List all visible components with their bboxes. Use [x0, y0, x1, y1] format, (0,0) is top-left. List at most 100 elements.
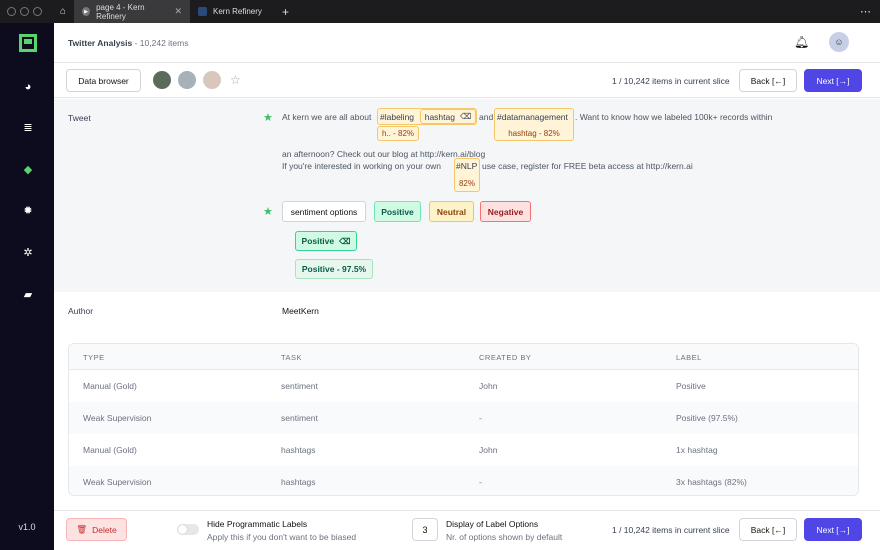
author-row: Author MeetKern	[54, 292, 880, 332]
table-cell: John	[479, 381, 498, 391]
hashtag-label-chip[interactable]: hashtag ⌫	[420, 109, 476, 124]
label-table: TYPE TASK CREATED BY LABEL Manual (Gold)…	[68, 343, 859, 496]
highlight-text: #datamanagement	[497, 112, 568, 122]
star-icon[interactable]: ★	[263, 205, 273, 218]
highlight-text: #labeling	[380, 112, 415, 122]
kern-favicon-icon	[198, 7, 207, 16]
tweet-text: . Want to know how we labeled 100k+ reco…	[575, 112, 773, 122]
hide-labels-title: Hide Programmatic Labels	[207, 519, 308, 529]
maximize-window-dot[interactable]	[33, 7, 42, 16]
page-title: Twitter Analysis - 10,242 items	[68, 38, 188, 48]
delete-label: Delete	[92, 524, 117, 535]
table-cell: 3x hashtags (82%)	[676, 477, 747, 487]
column-header: TYPE	[83, 353, 105, 362]
tweet-text-line: At kern we are all about	[282, 112, 371, 122]
highlight-label[interactable]: hashtag - 82%	[498, 126, 570, 140]
option-positive-button[interactable]: Positive	[374, 201, 421, 222]
tweet-text: At kern we are all about	[282, 112, 372, 122]
back-button[interactable]: Back [←]	[739, 518, 797, 541]
author-field-label: Author	[68, 306, 94, 316]
tweet-text: use case, register for FREE beta access …	[482, 161, 693, 171]
slice-position: 1 / 10,242 items in current slice	[612, 76, 730, 86]
main-content: Twitter Analysis - 10,242 items 🔔︎ ☺ Dat…	[54, 23, 880, 550]
heuristics-bulb-icon[interactable]: ✹	[22, 205, 34, 217]
trash-icon: 🗑︎	[76, 524, 88, 534]
back-button[interactable]: Back [←]	[739, 69, 797, 92]
footer-bar: 🗑︎ Delete Hide Programmatic Labels Apply…	[54, 510, 880, 550]
window-controls	[0, 7, 52, 16]
label-options-title: Display of Label Options	[446, 519, 539, 529]
settings-gear-icon[interactable]: ✲	[22, 247, 34, 259]
hide-programmatic-toggle[interactable]	[177, 524, 199, 535]
close-tab-icon[interactable]: ✕	[174, 6, 182, 17]
next-button[interactable]: Next [→]	[804, 69, 862, 92]
minimize-window-dot[interactable]	[20, 7, 29, 16]
star-outline-icon[interactable]: ☆	[230, 73, 241, 87]
item-count: - 10,242 items	[132, 38, 189, 48]
highlight-label[interactable]: 82%	[455, 176, 479, 190]
sidebar: ◕ ≣ ◆ ✹ ✲ ▰ v1.0	[0, 23, 54, 550]
home-icon[interactable]: ⌂	[52, 0, 74, 23]
remove-label-icon[interactable]: ⌫	[339, 237, 350, 246]
table-cell: 1x hashtag	[676, 445, 718, 455]
annotator-avatar[interactable]	[202, 70, 222, 90]
table-cell: Weak Supervision	[83, 413, 152, 423]
data-browser-button[interactable]: Data browser	[66, 69, 141, 92]
slice-position: 1 / 10,242 items in current slice	[612, 525, 730, 535]
table-cell: Manual (Gold)	[83, 381, 137, 391]
close-window-dot[interactable]	[7, 7, 16, 16]
tab-label: Kern Refinery	[213, 7, 262, 16]
table-cell: -	[479, 413, 482, 423]
table-cell: sentiment	[281, 381, 318, 391]
highlight-label[interactable]: h.. - 82%	[377, 126, 419, 141]
hide-labels-subtitle: Apply this if you don't want to be biase…	[207, 532, 357, 542]
browser-tab-active[interactable]: ▶ page 4 - Kern Refinery ✕	[74, 0, 190, 23]
option-neutral-button[interactable]: Neutral	[429, 201, 474, 222]
delete-button[interactable]: 🗑︎ Delete	[66, 518, 127, 541]
labeling-tag-icon[interactable]: ◆	[22, 164, 34, 176]
table-row[interactable]: Weak Supervision sentiment - Positive (9…	[69, 402, 858, 434]
table-row[interactable]: Manual (Gold) hashtags John 1x hashtag	[69, 434, 858, 466]
table-cell: Positive	[676, 381, 706, 391]
table-row[interactable]: Manual (Gold) sentiment John Positive	[69, 370, 858, 402]
table-cell: hashtags	[281, 477, 316, 487]
browser-tab-bar: ⌂ ▶ page 4 - Kern Refinery ✕ Kern Refine…	[0, 0, 880, 23]
column-header: TASK	[281, 353, 303, 362]
table-cell: sentiment	[281, 413, 318, 423]
selected-label-chip[interactable]: Positive ⌫	[295, 231, 357, 251]
next-button[interactable]: Next [→]	[804, 518, 862, 541]
weak-supervision-chip[interactable]: Positive - 97.5%	[295, 259, 373, 279]
label-options-count-input[interactable]: 3	[412, 518, 438, 541]
sentiment-options-dropdown[interactable]: sentiment options	[282, 201, 366, 222]
tweet-field-label: Tweet	[68, 113, 91, 123]
table-cell: -	[479, 477, 482, 487]
remove-label-icon[interactable]: ⌫	[460, 112, 471, 121]
label-options-subtitle: Nr. of options shown by default	[446, 532, 563, 542]
column-header: LABEL	[676, 353, 702, 362]
author-value: MeetKern	[282, 306, 319, 316]
overview-chart-icon[interactable]: ◕	[22, 81, 34, 93]
table-header: TYPE TASK CREATED BY LABEL	[69, 344, 858, 370]
option-negative-button[interactable]: Negative	[480, 201, 531, 222]
kern-logo[interactable]	[19, 34, 37, 52]
annotator-avatar[interactable]	[152, 70, 172, 90]
user-avatar[interactable]: ☺	[829, 32, 849, 52]
table-cell: Manual (Gold)	[83, 445, 137, 455]
notifications-bell-icon[interactable]: 🔔︎	[794, 35, 809, 49]
chip-label: hashtag	[424, 111, 455, 122]
project-name: Twitter Analysis	[68, 38, 133, 48]
browser-menu-icon[interactable]: ⋯	[860, 5, 880, 18]
play-icon: ▶	[82, 7, 91, 16]
table-cell: hashtags	[281, 445, 316, 455]
new-tab-button[interactable]: +	[274, 5, 297, 19]
tweet-text: and	[479, 112, 494, 122]
column-header: CREATED BY	[479, 353, 532, 362]
docs-book-icon[interactable]: ▰	[22, 289, 34, 301]
star-icon[interactable]: ★	[263, 111, 273, 124]
annotator-avatar[interactable]	[177, 70, 197, 90]
chip-label: Positive	[301, 236, 335, 246]
data-list-icon[interactable]: ≣	[22, 122, 34, 134]
browser-tab[interactable]: Kern Refinery	[190, 0, 274, 23]
table-row[interactable]: Weak Supervision hashtags - 3x hashtags …	[69, 466, 858, 495]
table-cell: Positive (97.5%)	[676, 413, 738, 423]
